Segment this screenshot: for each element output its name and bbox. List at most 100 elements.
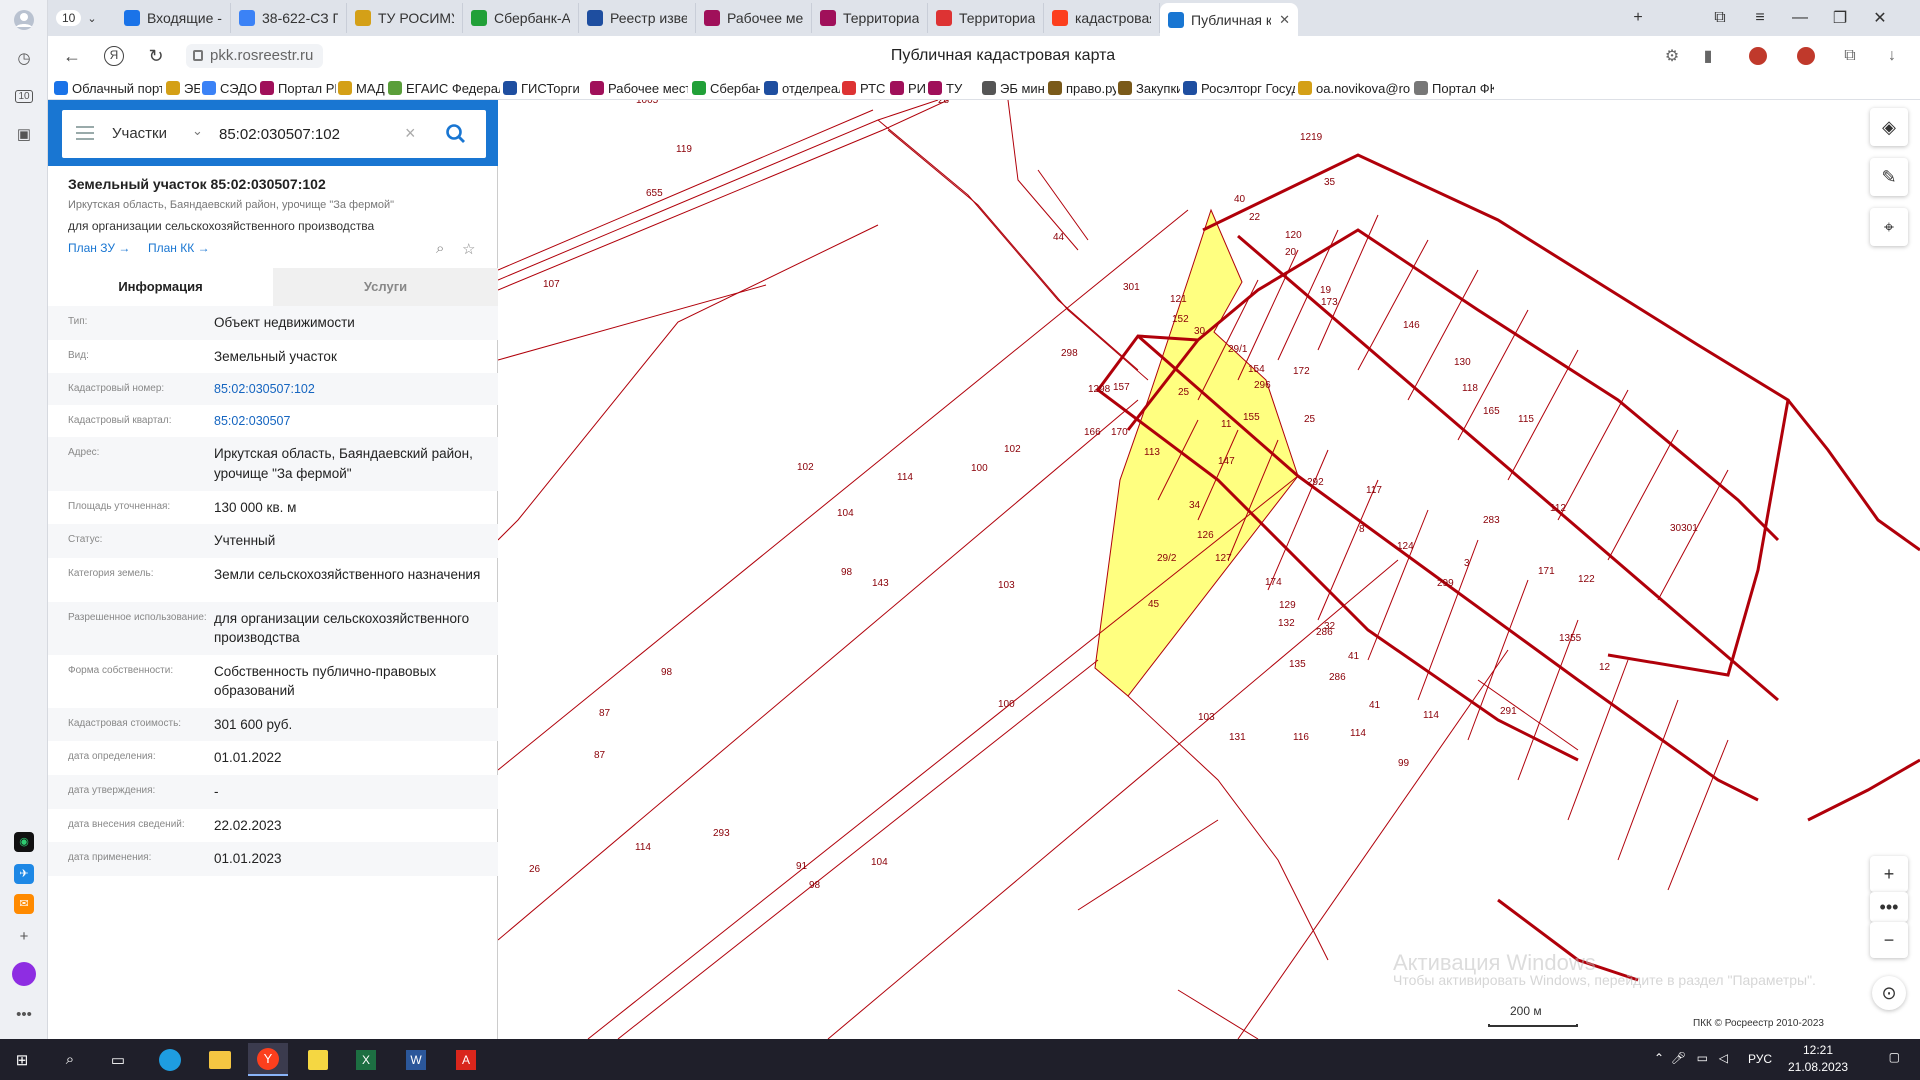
bookmark-item[interactable]: право.ру [1048,78,1116,98]
parcel-label[interactable]: 127 [1215,553,1232,564]
tab-6[interactable]: Рабочее место о [696,3,812,33]
reload-icon[interactable]: ↻ [142,42,170,70]
alice-icon[interactable] [8,958,40,990]
search-icon[interactable] [442,120,470,148]
parcel-label[interactable]: 119 [676,144,692,155]
locate-icon[interactable]: ⌖ [1870,208,1908,246]
parcel-label[interactable]: 1219 [1300,132,1323,143]
parcel-label[interactable]: 28 [938,100,950,106]
parcel-label[interactable]: 35 [1324,177,1336,188]
screenshot-icon[interactable]: ▣ [8,118,40,150]
property-value[interactable]: 85:02:030507 [214,412,484,430]
parcel-label[interactable]: 87 [599,708,611,719]
bookmark-item[interactable]: Облачный портал [54,78,162,98]
parcel-label[interactable]: 114 [635,842,651,853]
tab-9[interactable]: кадастровая карт [1044,3,1160,33]
parcel-label[interactable]: 40 [1234,194,1246,205]
parcel-label[interactable]: 45 [1148,599,1160,610]
parcel-label[interactable]: 165 [1483,406,1500,417]
bookmark-item[interactable]: ЭБ минфин [982,78,1044,98]
parcel-label[interactable]: 91 [796,861,808,872]
more-tools-icon[interactable]: ••• [1870,892,1908,922]
parcel-label[interactable]: 103 [998,580,1015,591]
parcel-label[interactable]: 172 [1293,366,1310,377]
parcel-label[interactable]: 1355 [1559,633,1582,644]
tab-information[interactable]: Информация [48,268,273,306]
parcel-label[interactable]: 98 [661,667,673,678]
parcel-label[interactable]: 131 [1229,732,1246,743]
parcel-label[interactable]: 25 [1304,414,1316,425]
parcel-label[interactable]: 155 [1243,412,1260,423]
parcel-label[interactable]: 283 [1483,515,1500,526]
download-icon[interactable]: ↓ [1880,44,1904,68]
parcel-label[interactable]: 121 [1170,294,1187,305]
bookmark-item[interactable]: Росэлторг Госуда [1183,78,1295,98]
parcel-label[interactable]: 135 [1289,659,1306,670]
parcel-label[interactable]: 122 [1578,574,1595,585]
chevron-down-icon[interactable]: ⌄ [192,123,203,139]
tab-10[interactable]: Публичная кад ✕ [1160,3,1298,36]
sidebar-messenger-icon[interactable]: ✈ [8,858,40,890]
language-indicator[interactable]: РУС [1748,1052,1772,1066]
parcel-label[interactable]: 100 [998,699,1015,710]
property-value[interactable]: 85:02:030507:102 [214,380,484,398]
map-canvas[interactable]: 1005 281191219356554022120201910744301121… [498,100,1920,1039]
parcel-label[interactable]: 41 [1348,651,1360,662]
parcel-label[interactable]: 113 [1144,447,1160,458]
tab-2[interactable]: 38-622-СЗ Пору [231,3,347,33]
parcel-label[interactable]: 147 [1218,456,1235,467]
word-icon[interactable]: W [396,1043,436,1076]
parcel-label[interactable]: 104 [871,857,888,868]
new-tab-icon[interactable]: + [1618,0,1658,36]
parcel-label[interactable]: 100 [971,463,988,474]
bookmark-icon[interactable]: ▮ [1696,44,1720,68]
profile-avatar-icon[interactable] [8,4,40,36]
parcel-label[interactable]: 171 [1538,566,1555,577]
bookmark-item[interactable]: Закупки [1118,78,1180,98]
extensions-icon[interactable]: ⧉ [1838,44,1862,68]
favorite-star-icon[interactable]: ☆ [462,240,475,258]
parcel-label[interactable]: 293 [713,828,730,839]
parcel-label[interactable]: 22 [1249,212,1261,223]
bookmark-item[interactable]: ГИСТорги [503,78,587,98]
add-panel-icon[interactable]: + [8,920,40,952]
parcel-label[interactable]: 298 [1061,348,1078,359]
sidebar-app-icon[interactable]: ◉ [8,826,40,858]
parcel-label[interactable]: 115 [1518,414,1534,425]
extension-icon-1[interactable] [1746,44,1770,68]
parcel-label[interactable]: 166 [1084,427,1101,438]
bookmark-item[interactable]: СЭДО [202,78,258,98]
sticky-notes-icon[interactable] [298,1043,338,1076]
parcel-label[interactable]: 286 [1329,672,1346,683]
parcel-label[interactable]: 291 [1500,706,1517,717]
parcel-label[interactable]: 143 [872,578,889,589]
parcel-label[interactable]: 107 [543,279,560,290]
parcel-label[interactable]: 126 [1197,530,1214,541]
task-view-icon[interactable]: ▭ [98,1043,138,1076]
parcel-label[interactable]: 25 [1178,387,1190,398]
volume-icon[interactable]: ◁ [1719,1051,1728,1065]
bookmark-item[interactable]: ЕГАИС Федераль [388,78,500,98]
parcel-label[interactable]: 3 [1464,558,1470,569]
parcel-label[interactable]: 103 [1198,712,1215,723]
more-icon[interactable]: ••• [8,998,40,1030]
close-window-icon[interactable]: ✕ [1860,0,1900,36]
plan-zu-link[interactable]: План ЗУ → [68,241,130,255]
parcel-label[interactable]: 87 [594,750,606,761]
parcel-label[interactable]: 114 [1423,710,1439,721]
extension-icon-2[interactable] [1794,44,1818,68]
parcel-label[interactable]: 157 [1113,382,1130,393]
search-input[interactable]: 85:02:030507:102 [219,126,340,143]
zoom-in-icon[interactable]: + [1870,856,1908,892]
tab-5[interactable]: Реестр извещени [579,3,696,33]
menu-icon[interactable]: ≡ [1740,0,1780,36]
parcel-label[interactable]: 118 [1462,383,1478,394]
bookmark-item[interactable]: Сбербанк [692,78,760,98]
parcel-label[interactable]: 292 [1307,477,1324,488]
parcel-label[interactable]: 124 [1397,541,1414,552]
parcel-label[interactable]: 120 [1285,230,1302,241]
tab-4[interactable]: Сбербанк-АСТ - 3 [463,3,579,33]
parcel-label[interactable]: 41 [1369,700,1381,711]
translate-icon[interactable]: ⚙ [1660,44,1684,68]
explorer-icon[interactable] [200,1043,240,1076]
